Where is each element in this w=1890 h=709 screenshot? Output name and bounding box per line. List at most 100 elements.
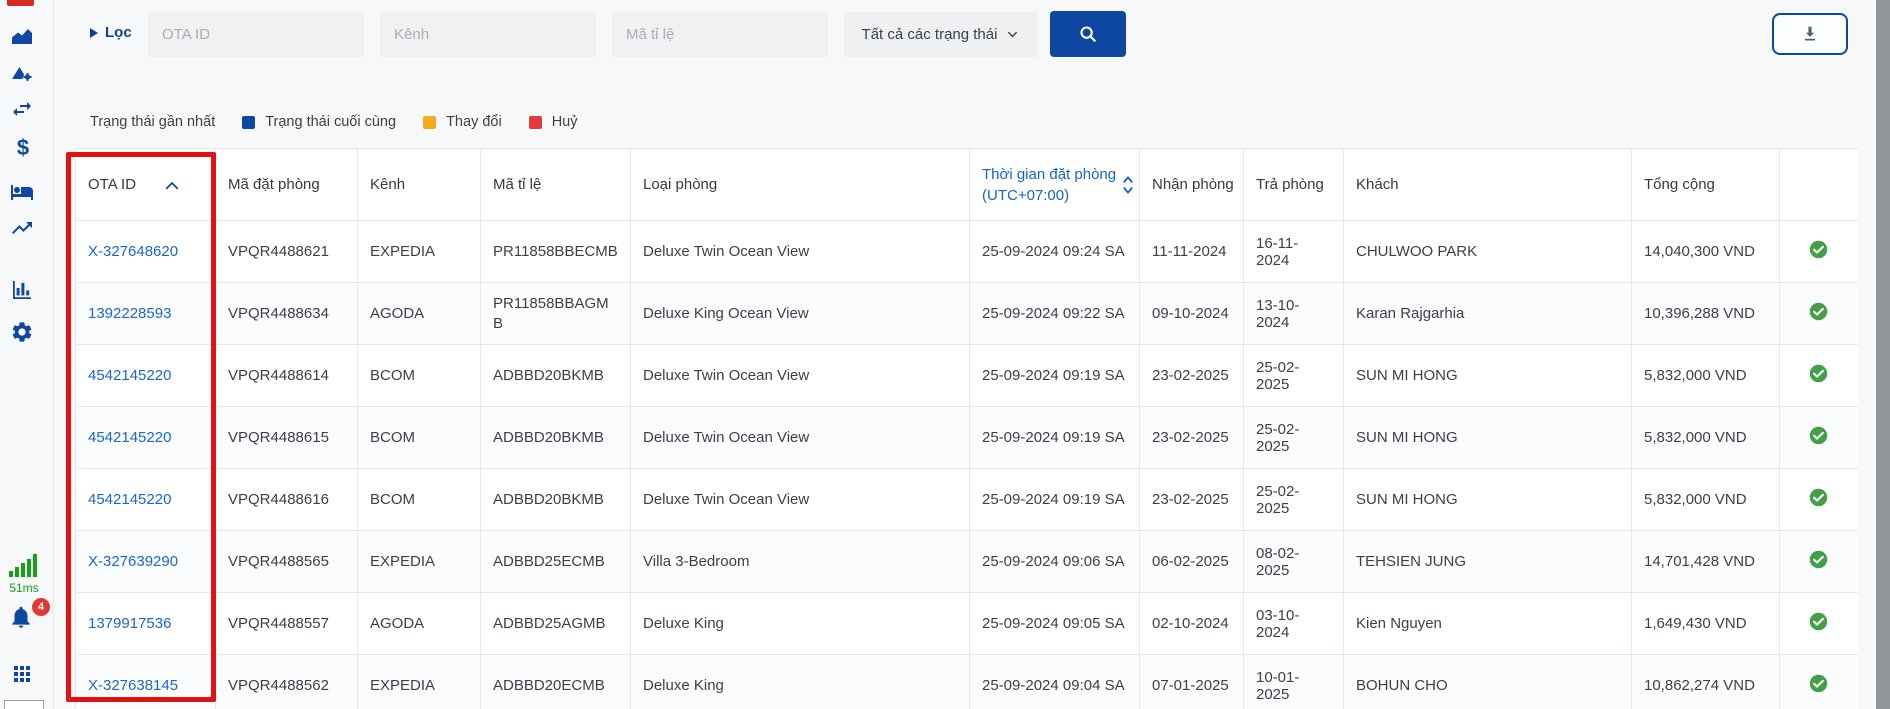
status-cell (1780, 531, 1858, 593)
trending-up-icon[interactable] (10, 216, 36, 242)
booked-time-cell: 25-09-2024 09:06 SA (970, 531, 1140, 593)
swap-horizontal-icon[interactable] (10, 97, 36, 123)
room-type-cell: Deluxe Twin Ocean View (631, 407, 970, 469)
ota-id-input[interactable] (148, 12, 364, 57)
booking-code-cell: VPQR4488615 (216, 407, 358, 469)
check-in-cell: 23-02-2025 (1140, 469, 1244, 531)
column-header-rate-code[interactable]: Mã tỉ lệ (481, 149, 631, 221)
ota-id-link[interactable]: 4542145220 (88, 367, 171, 384)
column-header-total[interactable]: Tổng cộng (1632, 149, 1780, 221)
channel-cell: BCOM (358, 469, 481, 531)
status-cell (1780, 655, 1858, 709)
booking-code-cell: VPQR4488565 (216, 531, 358, 593)
column-header-ota-id[interactable]: OTA ID (76, 149, 216, 221)
ota-id-cell: 1379917536 (76, 593, 216, 655)
legend-label: Huỷ (552, 114, 578, 130)
signal-bars-icon (8, 551, 38, 582)
table-row: 1392228593VPQR4488634AGODAPR11858BBAGMBD… (76, 283, 1858, 345)
legend-swatch-blue (242, 116, 255, 129)
booked-time-cell: 25-09-2024 09:22 SA (970, 283, 1140, 345)
notifications-bell-icon[interactable]: 4 (8, 604, 44, 636)
header-label: Thời gian đặt phòng (982, 164, 1113, 185)
ota-id-link[interactable]: X-327648620 (88, 243, 178, 260)
guest-cell: BOHUN CHO (1344, 655, 1632, 709)
status-legend: Trạng thái gần nhất Trạng thái cuối cùng… (90, 114, 578, 130)
legend-item-final-status: Trạng thái cuối cùng (242, 114, 396, 130)
total-cell: 5,832,000 VND (1632, 469, 1780, 531)
ota-id-cell: 4542145220 (76, 345, 216, 407)
column-header-booking-code[interactable]: Mã đặt phòng (216, 149, 358, 221)
ota-id-link[interactable]: 1379917536 (88, 615, 171, 632)
total-cell: 10,862,274 VND (1632, 655, 1780, 709)
area-chart-icon[interactable] (10, 25, 36, 51)
mountain-gear-icon[interactable] (10, 61, 36, 87)
legend-label: Thay đổi (446, 114, 502, 130)
apps-grid-icon[interactable] (10, 662, 36, 688)
channel-cell: EXPEDIA (358, 221, 481, 283)
column-header-check-out[interactable]: Trả phòng (1244, 149, 1344, 221)
booking-code-cell: VPQR4488562 (216, 655, 358, 709)
check-out-cell: 10-01-2025 (1244, 655, 1344, 709)
download-button[interactable] (1772, 13, 1848, 55)
ota-id-link[interactable]: 4542145220 (88, 429, 171, 446)
total-cell: 10,396,288 VND (1632, 283, 1780, 345)
check-out-cell: 25-02-2025 (1244, 469, 1344, 531)
column-header-status (1780, 149, 1858, 221)
channel-cell: AGODA (358, 283, 481, 345)
guest-cell: SUN MI HONG (1344, 407, 1632, 469)
rate-code-cell: PR11858BBECMB (481, 221, 631, 283)
search-button[interactable] (1050, 11, 1126, 57)
table-body: X-327648620VPQR4488621EXPEDIAPR11858BBEC… (76, 221, 1858, 709)
guest-cell: SUN MI HONG (1344, 469, 1632, 531)
app-logo[interactable] (7, 0, 34, 6)
rate-code-cell: ADBBD20BKMB (481, 469, 631, 531)
legend-label: Trạng thái cuối cùng (265, 114, 396, 130)
column-header-booked-time[interactable]: Thời gian đặt phòng (UTC+07:00) (970, 149, 1140, 221)
bar-chart-icon[interactable] (10, 278, 36, 304)
status-cell (1780, 469, 1858, 531)
triangle-right-icon (90, 28, 98, 38)
ota-id-cell: 4542145220 (76, 407, 216, 469)
booked-time-cell: 25-09-2024 09:04 SA (970, 655, 1140, 709)
search-icon (1077, 23, 1099, 45)
check-in-cell: 23-02-2025 (1140, 345, 1244, 407)
total-cell: 5,832,000 VND (1632, 345, 1780, 407)
avatar-placeholder[interactable] (4, 700, 44, 709)
check-circle-icon (1808, 487, 1829, 508)
column-header-guest[interactable]: Khách (1344, 149, 1632, 221)
column-header-room-type[interactable]: Loại phòng (631, 149, 970, 221)
ota-id-cell: X-327638145 (76, 655, 216, 709)
status-select[interactable]: Tất cả các trạng thái (844, 12, 1038, 57)
guest-cell: SUN MI HONG (1344, 345, 1632, 407)
header-label: (UTC+07:00) (982, 185, 1113, 206)
ota-id-link[interactable]: 1392228593 (88, 305, 171, 322)
check-out-cell: 25-02-2025 (1244, 345, 1344, 407)
room-type-cell: Villa 3-Bedroom (631, 531, 970, 593)
ota-id-link[interactable]: X-327639290 (88, 553, 178, 570)
status-cell (1780, 283, 1858, 345)
rate-code-input[interactable] (612, 12, 828, 57)
status-select-value: Tất cả các trạng thái (862, 26, 998, 43)
column-header-check-in[interactable]: Nhận phòng (1140, 149, 1244, 221)
check-in-cell: 07-01-2025 (1140, 655, 1244, 709)
channel-input[interactable] (380, 12, 596, 57)
booked-time-cell: 25-09-2024 09:19 SA (970, 345, 1140, 407)
chevron-down-icon (1005, 27, 1020, 42)
table-row: 1379917536VPQR4488557AGODAADBBD25AGMBDel… (76, 593, 1858, 655)
bed-icon[interactable] (10, 180, 36, 206)
notification-badge: 4 (32, 598, 50, 616)
dollar-icon[interactable]: $ (10, 136, 36, 162)
column-header-channel[interactable]: Kênh (358, 149, 481, 221)
status-cell (1780, 221, 1858, 283)
filter-toggle[interactable]: Lọc (90, 24, 132, 41)
legend-title: Trạng thái gần nhất (90, 114, 215, 130)
settings-gear-icon[interactable] (10, 320, 36, 346)
vertical-scrollbar[interactable] (1876, 0, 1890, 709)
ota-id-link[interactable]: 4542145220 (88, 491, 171, 508)
table-row: X-327648620VPQR4488621EXPEDIAPR11858BBEC… (76, 221, 1858, 283)
channel-cell: EXPEDIA (358, 531, 481, 593)
room-type-cell: Deluxe Twin Ocean View (631, 345, 970, 407)
booked-time-cell: 25-09-2024 09:05 SA (970, 593, 1140, 655)
header-label: OTA ID (88, 176, 136, 193)
ota-id-link[interactable]: X-327638145 (88, 677, 178, 694)
